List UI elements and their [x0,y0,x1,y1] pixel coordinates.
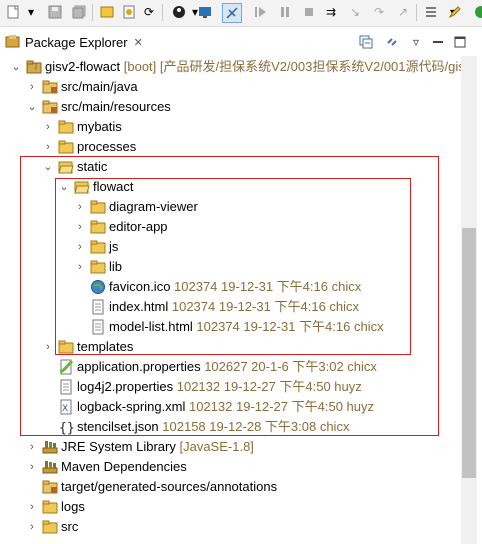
chevron-right-icon[interactable]: › [26,499,38,515]
tree-item-text: src/main/resources [61,99,171,115]
tree-item-text: gisv2-flowact [boot] [产品研发/担保系统V2/003担保系… [45,59,471,75]
toolbar-separator [416,4,417,21]
tree-item-main-java[interactable]: › src/main/java [0,77,460,97]
dropdown-arrow-icon[interactable]: ▾ [22,3,40,21]
tree-item-src[interactable]: › src [0,517,460,537]
skip-breakpoints-icon[interactable] [222,3,242,23]
collapse-all-icon[interactable] [358,34,374,50]
tree-item-label: logs [61,499,85,514]
folder-icon [42,499,58,515]
tree-item-mybatis[interactable]: › mybatis [0,117,460,137]
tree-item-text: src [61,519,78,535]
tree-item-text: JRE System Library [JavaSE-1.8] [61,439,254,455]
link-with-editor-icon[interactable] [384,34,400,50]
chevron-down-icon[interactable]: ⌄ [10,59,22,75]
green-circle-icon[interactable] [470,3,482,21]
tree-item-label: mybatis [77,119,122,134]
task-list-icon[interactable] [422,3,440,21]
tree-item-label: src [61,519,79,534]
open-resource-icon[interactable] [120,3,138,21]
tree-item-gisv2[interactable]: ⌄ Jgisv2-flowact [boot] [产品研发/担保系统V2/003担… [0,57,471,77]
tree-item-text: mybatis [77,119,122,135]
tree-item-jre[interactable]: › JRE System Library [JavaSE-1.8] [0,437,460,457]
source-folder-icon [42,79,58,95]
tab-package-explorer[interactable]: Package Explorer ✕ [5,30,155,54]
view-menu-icon[interactable]: ▿ [408,34,424,50]
step-into-icon[interactable]: ↘ [346,3,364,21]
tree-item-maven[interactable]: › Maven Dependencies [0,457,460,477]
tree-item-text: logs [61,499,85,515]
project-icon: J [26,59,42,75]
resume-icon[interactable] [252,3,270,21]
folder-icon [58,119,74,135]
chevron-right-icon[interactable]: › [42,139,54,155]
tree-item-text: target/generated-sources/annotations [61,479,277,495]
chevron-right-icon[interactable]: › [26,439,38,455]
tree-item-label: JRE System Library [61,439,176,454]
folder-icon [58,139,74,155]
chevron-right-icon[interactable]: › [42,119,54,135]
new-icon[interactable] [4,3,22,21]
chevron-right-icon[interactable]: › [26,519,38,535]
library-icon [42,459,58,475]
tree-item-text: processes [77,139,136,155]
step-return-icon[interactable]: ↗ [394,3,412,21]
folder-icon [42,519,58,535]
chevron-right-icon[interactable]: › [26,79,38,95]
scrollbar-thumb[interactable] [462,228,476,478]
tree-item-target[interactable]: target/generated-sources/annotations [0,477,460,497]
edit-icon[interactable] [446,3,464,21]
tree-item-label: src/main/resources [61,99,171,114]
package-explorer-icon [5,35,20,48]
tree-item-logs[interactable]: › logs [0,497,460,517]
tree-item-label: target/generated-sources/annotations [61,479,278,494]
tab-label: Package Explorer [25,34,128,50]
tree-item-label: src/main/java [61,79,138,94]
tree-item-main-resources[interactable]: ⌄ src/main/resources [0,97,460,117]
save-icon[interactable] [46,3,64,21]
maximize-icon[interactable] [452,34,468,50]
save-all-icon[interactable] [70,3,88,21]
toolbar-separator [92,4,93,21]
chevron-down-icon[interactable]: ⌄ [26,99,38,115]
tree-item-decoration: [JavaSE-1.8] [175,439,254,454]
tree-item-label: Maven Dependencies [61,459,187,474]
tree-item-label: gisv2-flowact [45,59,121,74]
refresh-icon[interactable]: ⟳ [140,3,158,21]
tree-item-decoration: [boot] [产品研发/担保系统V2/003担保系统V2/001源代码/gis… [120,59,472,74]
suspend-icon[interactable] [276,3,294,21]
svg-text:J: J [34,62,37,70]
library-icon [42,439,58,455]
terminate-icon[interactable] [300,3,318,21]
source-folder-icon [42,99,58,115]
highlight-box-flowact [55,178,411,355]
open-type-icon[interactable] [98,3,116,21]
source-folder-icon [42,479,58,495]
view-tab-bar: Package Explorer ✕ ▿ [0,30,482,55]
chevron-right-icon[interactable]: › [26,459,38,475]
main-toolbar: ▾ ⟳ ▾ ⇉ ↘ ↷ ↗ ▾ [0,0,482,27]
tree-item-label: processes [77,139,137,154]
step-over-icon[interactable]: ↷ [370,3,388,21]
console-icon[interactable] [196,3,214,21]
close-icon[interactable]: ✕ [134,36,143,49]
tree-item-text: Maven Dependencies [61,459,187,475]
tree-item-text: src/main/java [61,79,138,95]
toolbar-separator [162,4,163,21]
disconnect-icon[interactable]: ⇉ [322,3,340,21]
tree-item-processes[interactable]: › processes [0,137,460,157]
minimize-icon[interactable] [430,34,446,50]
